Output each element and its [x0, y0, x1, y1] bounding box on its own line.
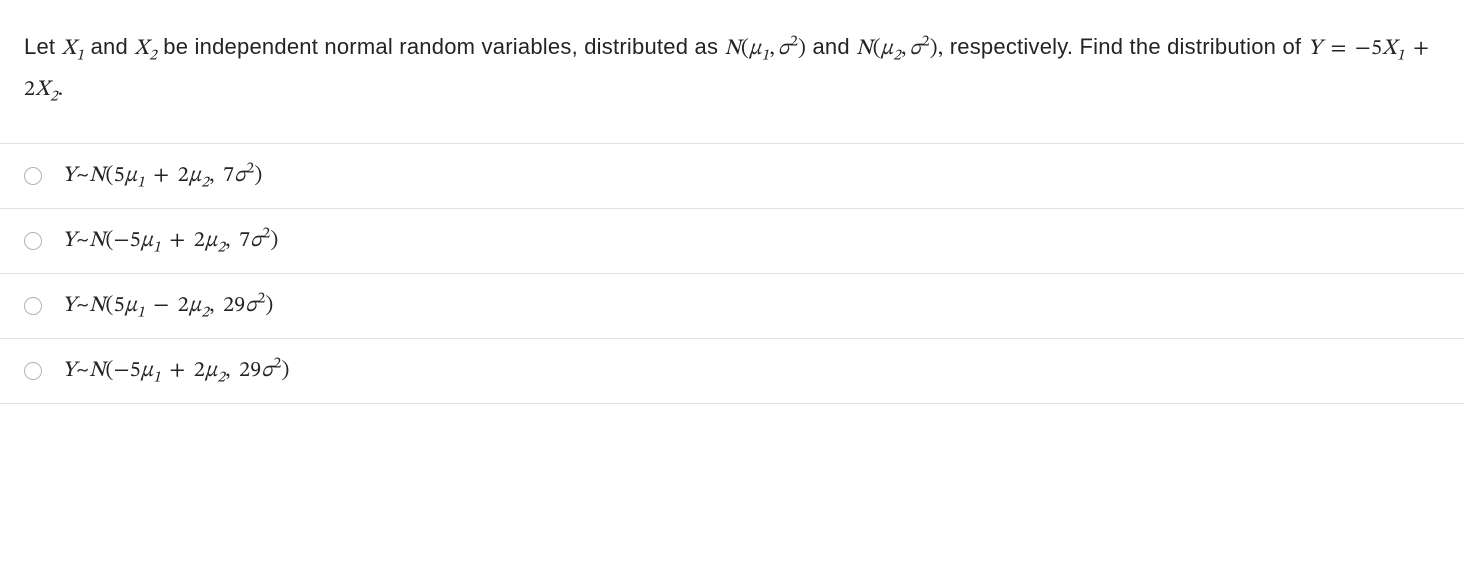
- option-1-label: Y~N(5μ1 + 2μ2, 7σ2): [62, 162, 262, 190]
- distribution-2: N(μ2,σ2),: [856, 38, 943, 60]
- question-container: Let X1 and X2 be independent normal rand…: [0, 0, 1464, 109]
- radio-icon: [24, 297, 42, 315]
- option-2[interactable]: Y~N(−5μ1 + 2μ2, 7σ2): [0, 209, 1464, 274]
- text-and1: and: [84, 34, 134, 59]
- text-and2: and: [806, 34, 856, 59]
- radio-icon: [24, 232, 42, 250]
- option-4[interactable]: Y~N(−5μ1 + 2μ2, 29σ2): [0, 339, 1464, 404]
- option-2-label: Y~N(−5μ1 + 2μ2, 7σ2): [62, 227, 278, 255]
- text-middle1: be independent normal random variables, …: [157, 34, 725, 59]
- distribution-1: N(μ1,σ2): [725, 38, 807, 60]
- text-prefix: Let: [24, 34, 62, 59]
- question-text: Let X1 and X2 be independent normal rand…: [24, 28, 1440, 109]
- variable-x2: X2: [134, 38, 157, 60]
- option-4-label: Y~N(−5μ1 + 2μ2, 29σ2): [62, 357, 290, 385]
- variable-x1: X1: [62, 38, 85, 60]
- option-1[interactable]: Y~N(5μ1 + 2μ2, 7σ2): [0, 144, 1464, 209]
- radio-icon: [24, 167, 42, 185]
- option-3[interactable]: Y~N(5μ1 − 2μ2, 29σ2): [0, 274, 1464, 339]
- options-container: Y~N(5μ1 + 2μ2, 7σ2) Y~N(−5μ1 + 2μ2, 7σ2)…: [0, 143, 1464, 404]
- option-3-label: Y~N(5μ1 − 2μ2, 29σ2): [62, 292, 274, 320]
- radio-icon: [24, 362, 42, 380]
- text-middle2: respectively. Find the distribution of: [943, 34, 1307, 59]
